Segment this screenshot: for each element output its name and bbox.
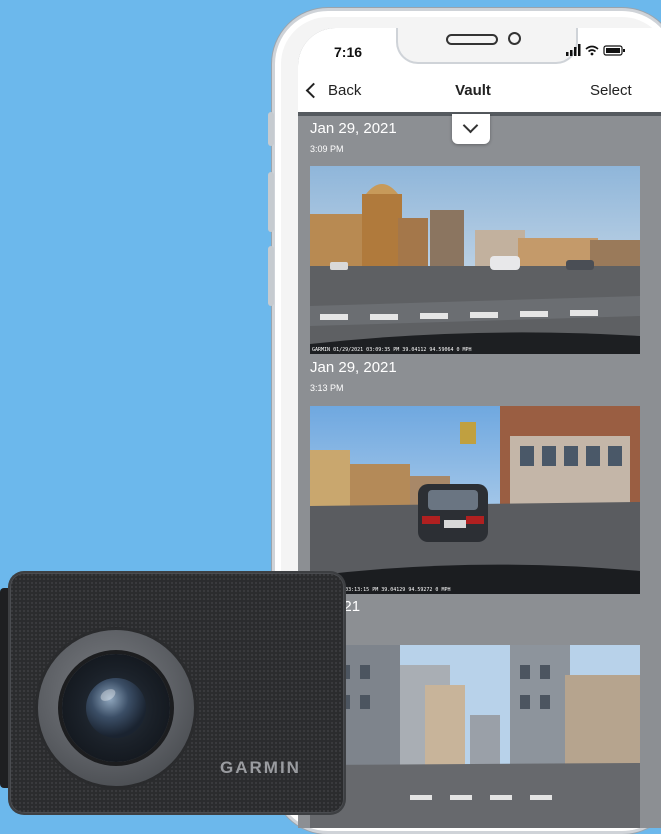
phone-volume-down-button xyxy=(268,246,274,306)
phone-volume-up-button xyxy=(268,172,274,232)
navigation-bar: Back Vault Select xyxy=(298,74,661,113)
status-time: 7:16 xyxy=(334,44,363,60)
wifi-icon xyxy=(585,45,599,53)
status-bar: 7:16 xyxy=(298,28,661,74)
chevron-down-icon xyxy=(462,117,479,134)
status-icons xyxy=(566,44,628,59)
video-timestamp-overlay: GARMIN 01/29/2021 03:09:35 PM 39.04112 9… xyxy=(312,347,472,353)
video-thumbnail[interactable]: 01/29/2021 03:13:15 PM 39.04129 94.59272… xyxy=(310,406,640,594)
front-camera xyxy=(508,32,521,45)
battery-icon xyxy=(603,45,625,56)
entry-time: 3:13 PM xyxy=(310,383,344,393)
entry-time: 3:09 PM xyxy=(310,144,344,154)
phone-notch xyxy=(396,28,578,64)
phone-mute-button xyxy=(268,112,274,146)
video-thumbnail[interactable] xyxy=(310,645,640,828)
signal-icon xyxy=(566,44,581,56)
select-button[interactable]: Select xyxy=(590,82,632,99)
expand-tab[interactable] xyxy=(452,114,490,144)
speaker-grille xyxy=(446,34,498,45)
camera-lens-icon xyxy=(86,678,146,738)
entry-date: Jan 29, 2021 xyxy=(310,359,397,376)
garmin-logo: GARMIN xyxy=(220,758,301,777)
phone-screen: 7:16 Back Vault Select Jan 29, 2021 3:09… xyxy=(298,28,661,828)
video-thumbnail[interactable]: GARMIN 01/29/2021 03:09:35 PM 39.04112 9… xyxy=(310,166,640,354)
entry-date: Jan 29, 2021 xyxy=(310,120,397,137)
